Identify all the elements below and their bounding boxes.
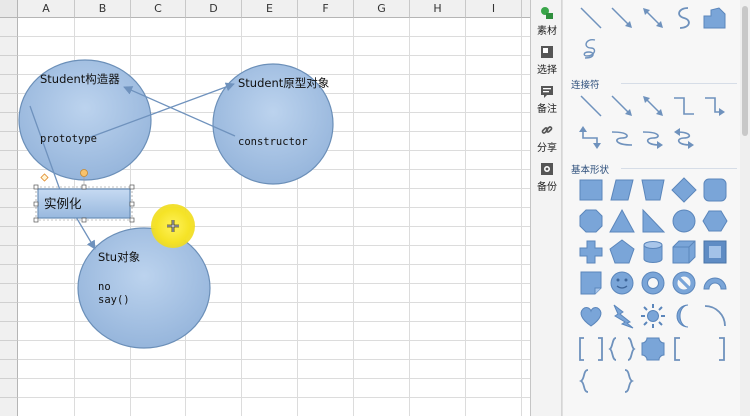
- panel-scrollbar[interactable]: [740, 0, 750, 416]
- right-bracket-shape-icon[interactable]: [701, 335, 729, 363]
- right-brace-shape-icon[interactable]: [608, 367, 636, 395]
- resize-handle-nw[interactable]: [33, 184, 39, 190]
- resize-handle-n[interactable]: [81, 184, 87, 190]
- cube-shape-icon[interactable]: [670, 238, 698, 266]
- instance-prop-say: say(): [98, 294, 130, 306]
- triangle-shape-icon[interactable]: [608, 207, 636, 235]
- note-icon: [541, 86, 553, 98]
- sidebar-item-backup[interactable]: 备份: [531, 158, 563, 198]
- constructor-prototype-label: prototype: [40, 133, 97, 145]
- arc-shape-icon[interactable]: [701, 302, 729, 330]
- elbow-arrow-connector-icon[interactable]: [701, 92, 729, 120]
- side-toolbar: 素材 选择 备注 分享 备份: [530, 0, 562, 416]
- scrollbar-thumb[interactable]: [742, 6, 748, 136]
- heart-shape-icon[interactable]: [577, 302, 605, 330]
- basic-shapes-section-title: 基本形状: [571, 165, 610, 176]
- spreadsheet-area[interactable]: ABCDEFGHIJ: [0, 0, 530, 416]
- basic-shapes-divider: [621, 168, 737, 169]
- line-shape-icon[interactable]: [577, 4, 605, 32]
- sidebar-item-label: 备注: [537, 104, 557, 115]
- plaque-shape-icon[interactable]: [639, 335, 667, 363]
- no-symbol-shape-icon[interactable]: [670, 269, 698, 297]
- curved-double-arrow-connector-icon[interactable]: [670, 124, 698, 152]
- left-brace-shape-icon[interactable]: [577, 367, 605, 395]
- parallelogram-shape-icon[interactable]: [608, 176, 636, 204]
- octagon-shape-icon[interactable]: [577, 207, 605, 235]
- instantiate-text: 实例化: [44, 196, 82, 211]
- double-arrow-connector-icon[interactable]: [639, 92, 667, 120]
- cylinder-shape-icon[interactable]: [639, 238, 667, 266]
- curved-arrow-connector-icon[interactable]: [639, 124, 667, 152]
- sidebar-item-label: 素材: [537, 26, 557, 37]
- sun-shape-icon[interactable]: [639, 302, 667, 330]
- sidebar-item-label: 备份: [537, 182, 557, 193]
- folded-corner-shape-icon[interactable]: [577, 269, 605, 297]
- rectangle-shape-icon[interactable]: [577, 176, 605, 204]
- sidebar-item-select[interactable]: 选择: [531, 41, 563, 81]
- instance-prop-no: no: [98, 281, 111, 293]
- arrow-connector-icon[interactable]: [608, 92, 636, 120]
- elbow-connector-icon[interactable]: [670, 92, 698, 120]
- elbow-double-arrow-connector-icon[interactable]: [577, 124, 605, 152]
- prototype-title: Student原型对象: [238, 76, 330, 90]
- rounded-rectangle-shape-icon[interactable]: [701, 176, 729, 204]
- sidebar-item-material[interactable]: 素材: [531, 2, 563, 42]
- double-arrow-shape-icon[interactable]: [639, 4, 667, 32]
- constructor-title: Student构造器: [40, 72, 120, 86]
- instance-title: Stu对象: [98, 250, 141, 264]
- hexagon-shape-icon[interactable]: [701, 207, 729, 235]
- straight-connector-icon[interactable]: [577, 92, 605, 120]
- bevel-shape-icon[interactable]: [701, 238, 729, 266]
- shapes-panel: 连接符 基本形状: [562, 0, 750, 416]
- backup-icon: [541, 163, 553, 175]
- resize-handle-se[interactable]: [129, 217, 135, 223]
- prototype-constructor-label: constructor: [238, 136, 308, 148]
- resize-handle-ne[interactable]: [129, 184, 135, 190]
- connectors-divider: [621, 83, 737, 84]
- rotation-handle[interactable]: [80, 169, 88, 177]
- diamond-shape-icon[interactable]: [670, 176, 698, 204]
- lightning-shape-icon[interactable]: [608, 302, 636, 330]
- adjust-handle[interactable]: [40, 173, 49, 182]
- circle-shape-icon[interactable]: [670, 207, 698, 235]
- pentagon-shape-icon[interactable]: [608, 238, 636, 266]
- double-bracket-shape-icon[interactable]: [577, 335, 605, 363]
- sidebar-item-note[interactable]: 备注: [531, 80, 563, 120]
- left-bracket-shape-icon[interactable]: [670, 335, 698, 363]
- donut-shape-icon[interactable]: [639, 269, 667, 297]
- resize-handle-s[interactable]: [81, 217, 87, 223]
- smiley-shape-icon[interactable]: [608, 269, 636, 297]
- connectors-section-title: 连接符: [571, 80, 600, 91]
- freeform-shape-icon[interactable]: [701, 4, 729, 32]
- trapezoid-shape-icon[interactable]: [639, 176, 667, 204]
- curve-shape-icon[interactable]: [670, 4, 698, 32]
- select-icon: [541, 46, 553, 58]
- right-triangle-shape-icon[interactable]: [639, 207, 667, 235]
- scribble-shape-icon[interactable]: [577, 34, 605, 62]
- cross-shape-icon[interactable]: [577, 238, 605, 266]
- share-icon: [541, 126, 553, 134]
- double-brace-shape-icon[interactable]: [608, 335, 636, 363]
- sidebar-item-share[interactable]: 分享: [531, 119, 563, 159]
- resize-handle-e[interactable]: [129, 201, 135, 207]
- moon-shape-icon[interactable]: [670, 302, 698, 330]
- material-icon: [541, 7, 553, 19]
- resize-handle-sw[interactable]: [33, 217, 39, 223]
- curved-connector-icon[interactable]: [608, 124, 636, 152]
- block-arc-shape-icon[interactable]: [701, 269, 729, 297]
- arrow-line-shape-icon[interactable]: [608, 4, 636, 32]
- resize-handle-w[interactable]: [33, 201, 39, 207]
- sidebar-item-label: 选择: [537, 65, 557, 76]
- sidebar-item-label: 分享: [537, 143, 557, 154]
